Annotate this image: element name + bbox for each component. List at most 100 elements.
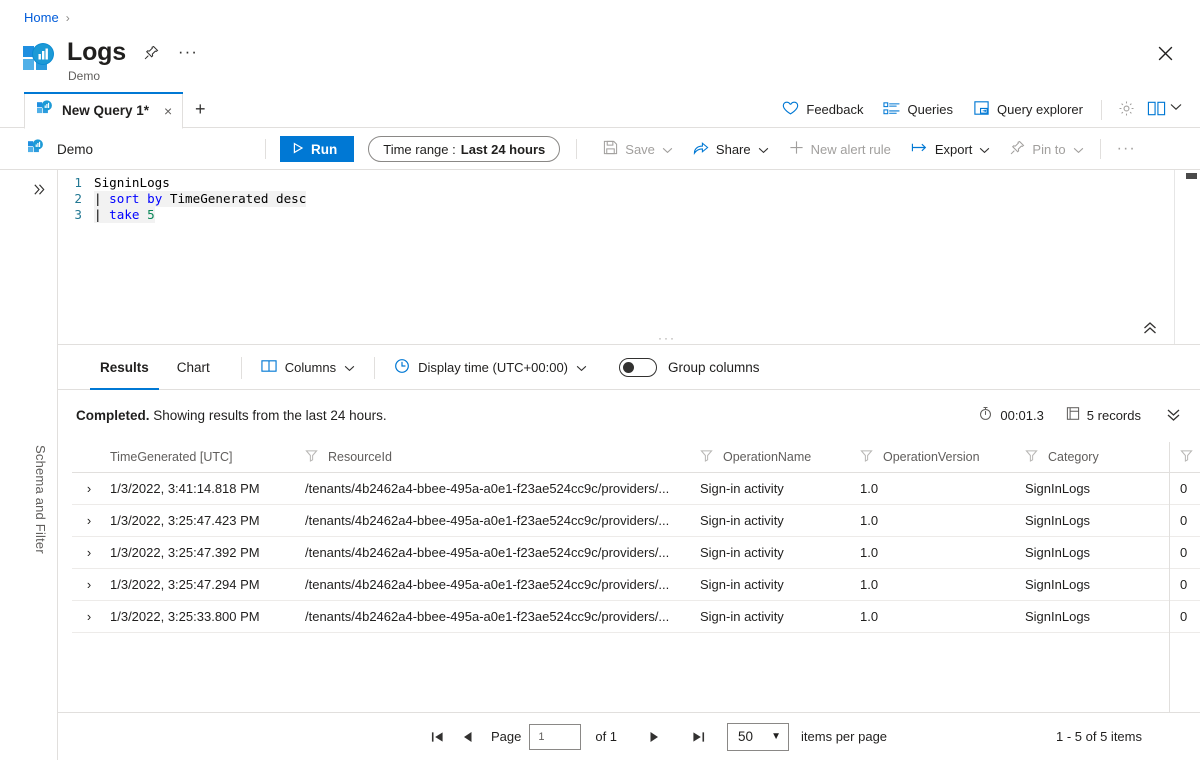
editor-scrollbar-thumb[interactable] <box>1186 173 1197 179</box>
group-columns-toggle[interactable]: Group columns <box>619 358 760 377</box>
tab-chart[interactable]: Chart <box>167 346 220 390</box>
filter-icon[interactable] <box>1180 449 1193 465</box>
filter-icon[interactable] <box>860 449 873 465</box>
save-button[interactable]: Save <box>593 136 683 162</box>
table-vertical-divider <box>1169 442 1170 712</box>
table-header-resourceid[interactable]: ResourceId <box>301 442 696 473</box>
double-chevron-down-icon[interactable] <box>1165 408 1182 422</box>
feedback-button[interactable]: Feedback <box>772 96 873 123</box>
items-per-page-label: items per page <box>801 729 888 744</box>
query-code[interactable]: 1 SigninLogs 2 | sort by TimeGenerated d… <box>58 170 1200 223</box>
query-icon <box>37 100 53 121</box>
divider <box>1101 99 1102 120</box>
table-header-row: TimeGenerated [UTC] ResourceId Operation… <box>72 442 1200 473</box>
time-range-value: Last 24 hours <box>460 141 546 157</box>
share-button[interactable]: Share <box>683 136 779 162</box>
table-row[interactable]: › 1/3/2022, 3:25:33.800 PM /tenants/4b24… <box>72 600 1200 633</box>
logs-icon <box>22 42 56 76</box>
editor-scrollbar[interactable] <box>1186 170 1197 344</box>
records-group: 5 records <box>1066 406 1141 424</box>
last-page-button[interactable] <box>683 731 713 743</box>
new-alert-rule-button[interactable]: New alert rule <box>779 136 901 162</box>
share-label: Share <box>715 141 751 157</box>
display-time-button[interactable]: Display time (UTC+00:00) <box>388 355 593 380</box>
book-button[interactable] <box>1143 96 1186 124</box>
table-body: › 1/3/2022, 3:41:14.818 PM /tenants/4b24… <box>72 472 1200 633</box>
pin-icon[interactable] <box>142 42 162 62</box>
next-page-button[interactable] <box>639 731 669 743</box>
export-icon <box>911 141 928 157</box>
pane-splitter[interactable]: ··· <box>658 331 676 344</box>
filter-icon[interactable] <box>1025 449 1038 465</box>
filter-icon[interactable] <box>305 449 318 465</box>
feedback-label: Feedback <box>806 102 864 117</box>
page-label: Page <box>490 729 522 744</box>
table-row[interactable]: › 1/3/2022, 3:25:47.392 PM /tenants/4b24… <box>72 536 1200 569</box>
tabstrip-commands: Feedback Queries Query explorer <box>772 92 1200 127</box>
ellipsis-icon[interactable]: ··· <box>178 42 198 62</box>
export-button[interactable]: Export <box>901 137 1001 161</box>
breadcrumb-home[interactable]: Home <box>24 10 59 25</box>
queries-button[interactable]: Queries <box>873 97 963 123</box>
row-expand-icon[interactable]: › <box>72 568 106 601</box>
cell-category: SignInLogs <box>1021 568 1176 601</box>
scope-selector[interactable]: Demo <box>0 138 265 160</box>
double-chevron-up-icon[interactable] <box>1142 321 1158 338</box>
table-header-operationname[interactable]: OperationName <box>696 442 856 473</box>
table-row[interactable]: › 1/3/2022, 3:25:47.423 PM /tenants/4b24… <box>72 504 1200 537</box>
divider <box>374 356 376 379</box>
tab-results[interactable]: Results <box>90 346 159 390</box>
close-icon[interactable] <box>1152 40 1178 66</box>
row-expand-icon[interactable]: › <box>72 600 106 633</box>
pager-controls: Page of 1 50 ▼ items per page <box>363 722 895 751</box>
columns-button[interactable]: Columns <box>255 356 361 379</box>
workspace-icon <box>28 138 44 160</box>
page-number-input[interactable] <box>529 723 582 750</box>
table-header-category[interactable]: Category <box>1021 442 1176 473</box>
tab-active-indicator <box>24 92 184 94</box>
time-range-picker[interactable]: Time range : Last 24 hours <box>368 136 561 162</box>
add-query-tab-button[interactable]: + <box>183 92 217 127</box>
divider <box>576 139 578 159</box>
query-explorer-label: Query explorer <box>997 102 1083 117</box>
run-button[interactable]: Run <box>280 136 355 162</box>
row-expand-icon[interactable]: › <box>72 472 106 505</box>
toggle-track[interactable] <box>619 358 657 377</box>
save-label: Save <box>625 141 655 157</box>
table-header-timegenerated[interactable]: TimeGenerated [UTC] <box>106 442 301 473</box>
query-editor[interactable]: 1 SigninLogs 2 | sort by TimeGenerated d… <box>58 170 1200 345</box>
results-table-wrap: TimeGenerated [UTC] ResourceId Operation… <box>72 442 1200 712</box>
breadcrumb: Home › <box>24 10 70 25</box>
settings-button[interactable] <box>1110 96 1143 124</box>
pin-to-button[interactable]: Pin to <box>1000 136 1093 162</box>
play-icon <box>292 142 304 157</box>
row-expand-icon[interactable]: › <box>72 536 106 569</box>
pin-icon <box>1010 140 1025 158</box>
close-icon[interactable]: × <box>164 103 172 119</box>
scope-name: Demo <box>57 141 94 157</box>
first-page-button[interactable] <box>423 731 453 743</box>
row-expand-icon[interactable]: › <box>72 504 106 537</box>
share-icon <box>693 140 709 158</box>
page-size-select[interactable]: 50 ▼ <box>727 722 790 751</box>
more-commands-button[interactable]: ··· <box>1107 136 1146 162</box>
query-tab[interactable]: New Query 1* × <box>24 92 184 129</box>
table-row[interactable]: › 1/3/2022, 3:41:14.818 PM /tenants/4b24… <box>72 472 1200 505</box>
cell-resourceid: /tenants/4b2462a4-bbee-495a-a0e1-f23ae52… <box>301 472 696 505</box>
code-line: 3 | take 5 <box>58 207 1200 223</box>
filter-icon[interactable] <box>700 449 713 465</box>
table-header-resulttype[interactable]: Resu <box>1176 442 1200 473</box>
chevron-down-icon <box>576 360 587 375</box>
table-row[interactable]: › 1/3/2022, 3:25:47.294 PM /tenants/4b24… <box>72 568 1200 601</box>
schema-filter-rail[interactable]: Schema and Filter <box>24 170 58 760</box>
display-time-label: Display time (UTC+00:00) <box>418 360 568 375</box>
prev-page-button[interactable] <box>453 731 483 743</box>
duration-group: 00:01.3 <box>978 406 1044 424</box>
new-alert-rule-label: New alert rule <box>810 141 891 157</box>
results-toolbar: Results Chart Columns Display time (UTC+… <box>58 346 1200 390</box>
cell-timegenerated: 1/3/2022, 3:25:47.294 PM <box>106 568 301 601</box>
table-header-operationversion[interactable]: OperationVersion <box>856 442 1021 473</box>
query-explorer-button[interactable]: Query explorer <box>963 96 1093 123</box>
double-chevron-right-icon[interactable] <box>32 182 47 201</box>
cell-operationversion: 1.0 <box>856 472 1021 505</box>
